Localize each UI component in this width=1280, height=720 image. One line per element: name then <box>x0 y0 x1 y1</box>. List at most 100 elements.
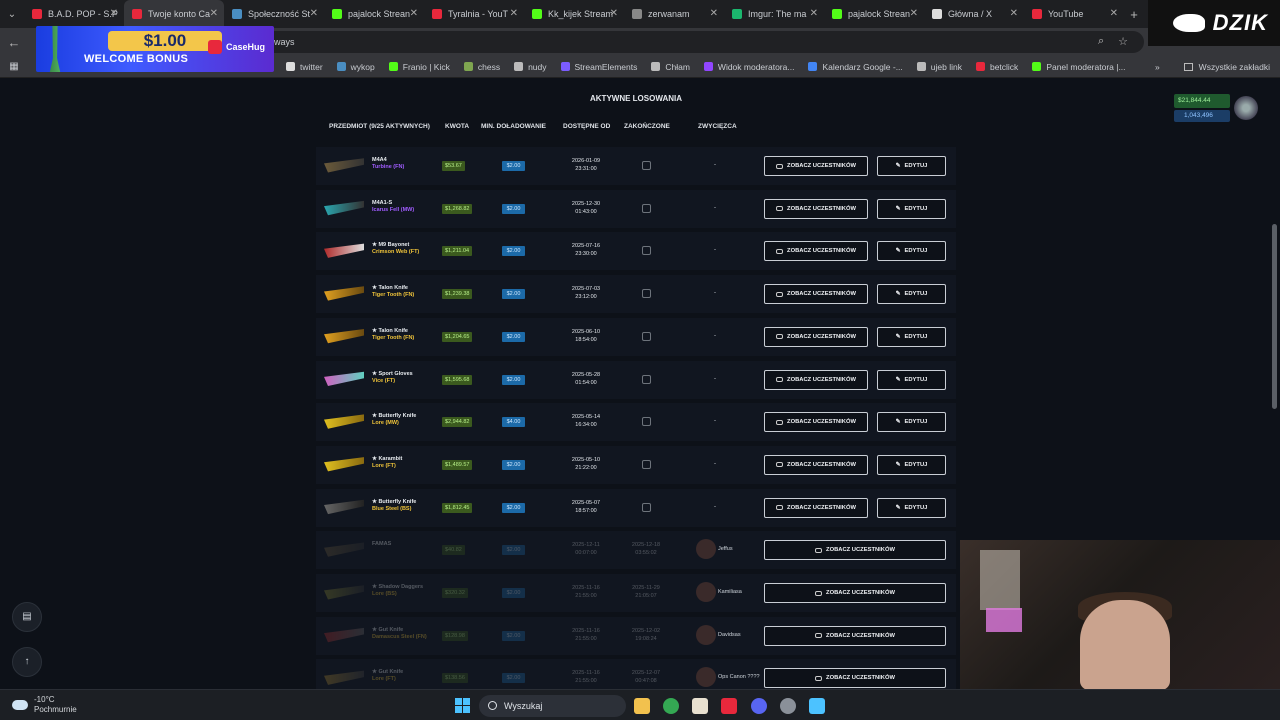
zoom-icon[interactable]: ⌕ <box>1098 35 1104 48</box>
app-icon-1[interactable] <box>692 698 708 714</box>
tab-search-chevron-icon[interactable]: ⌄ <box>0 9 24 20</box>
browser-tab[interactable]: Twoje konto Ca ✕ <box>124 0 224 28</box>
edit-button[interactable]: ✎ EDYTUJ <box>877 412 946 433</box>
user-avatar[interactable] <box>1234 96 1258 120</box>
finished-time: 03:55:02 <box>635 550 657 557</box>
item-name: ★ M9 Bayonet <box>372 242 410 249</box>
tab-close-icon[interactable]: ✕ <box>910 8 918 19</box>
bookmark-item[interactable]: twitter <box>286 62 323 72</box>
casehug-ad-banner[interactable]: $1.00 WELCOME BONUS CaseHug <box>36 26 274 72</box>
see-participants-button[interactable]: ZOBACZ UCZESTNIKÓW <box>764 625 946 646</box>
see-participants-button[interactable]: ZOBACZ UCZESTNIKÓW <box>764 668 946 689</box>
browser-tab[interactable]: pajalock Strean ✕ <box>324 0 424 28</box>
tab-close-icon[interactable]: ✕ <box>410 8 418 19</box>
bookmark-item[interactable]: Franio | Kick <box>388 62 450 72</box>
browser-tab[interactable]: B.A.D. POP - S.P ✕ <box>24 0 124 28</box>
browser-tab[interactable]: Tyralnia - YouT ✕ <box>424 0 524 28</box>
bookmark-item[interactable]: chess <box>463 62 500 72</box>
settings-gear-icon[interactable] <box>780 698 796 714</box>
see-participants-button[interactable]: ZOBACZ UCZESTNIKÓW <box>764 198 868 219</box>
see-participants-button[interactable]: ZOBACZ UCZESTNIKÓW <box>764 583 946 603</box>
bookmark-item[interactable]: wykop <box>336 62 375 72</box>
see-participants-button[interactable]: ZOBACZ UCZESTNIKÓW <box>764 326 868 347</box>
browser-tab[interactable]: zerwanam ✕ <box>624 0 724 28</box>
edit-button[interactable]: ✎ EDYTUJ <box>877 497 946 518</box>
chat-button[interactable]: ▤ <box>12 602 42 632</box>
edit-button[interactable]: ✎ EDYTUJ <box>877 284 946 305</box>
bookmark-item[interactable]: ujeb link <box>916 62 962 72</box>
finished-checkbox[interactable] <box>642 417 651 427</box>
bookmark-item[interactable]: Widok moderatora... <box>703 62 794 72</box>
finished-checkbox[interactable] <box>642 289 651 299</box>
taskbar-search[interactable]: Wyszukaj <box>479 695 626 717</box>
finished-checkbox[interactable] <box>642 459 651 469</box>
weather-widget[interactable]: -10°C Pochmurnie <box>12 695 77 715</box>
finished-checkbox[interactable] <box>642 161 651 170</box>
finished-at: 2025-12-18 03:55:02 <box>616 541 676 557</box>
notepad-icon[interactable] <box>809 698 825 714</box>
edit-button[interactable]: ✎ EDYTUJ <box>877 369 946 390</box>
new-tab-button[interactable]: + <box>1124 7 1144 22</box>
boar-icon <box>1172 14 1205 32</box>
edit-button[interactable]: ✎ EDYTUJ <box>877 326 946 347</box>
see-participants-button[interactable]: ZOBACZ UCZESTNIKÓW <box>764 497 868 518</box>
edit-button[interactable]: ✎ EDYTUJ <box>877 241 946 262</box>
apps-grid-icon[interactable]: ▦ <box>0 61 28 72</box>
discord-icon[interactable] <box>751 698 767 714</box>
app-icon-2[interactable] <box>721 698 737 714</box>
finished-checkbox[interactable] <box>642 203 651 213</box>
see-participants-button[interactable]: ZOBACZ UCZESTNIKÓW <box>764 284 868 305</box>
scroll-top-button[interactable]: ↑ <box>12 647 42 677</box>
finished-checkbox[interactable] <box>642 331 651 341</box>
finished-checkbox[interactable] <box>642 246 651 256</box>
item-name: M4A4 <box>372 157 387 163</box>
item-name: ★ Talon Knife <box>372 285 408 292</box>
tab-close-icon[interactable]: ✕ <box>1110 8 1118 19</box>
bookmark-item[interactable]: Chłam <box>651 62 690 72</box>
bookmark-star-icon[interactable]: ☆ <box>1118 35 1128 48</box>
bookmark-item[interactable]: StreamElements <box>560 62 637 72</box>
edit-button[interactable]: ✎ EDYTUJ <box>877 454 946 475</box>
finished-checkbox[interactable] <box>642 502 651 512</box>
edit-button[interactable]: ✎ EDYTUJ <box>877 198 946 219</box>
tab-close-icon[interactable]: ✕ <box>310 8 318 19</box>
file-explorer-icon[interactable] <box>634 698 650 714</box>
bookmark-item[interactable]: Panel moderatora |... <box>1032 62 1126 72</box>
browser-tab[interactable]: Społeczność St ✕ <box>224 0 324 28</box>
browser-tab[interactable]: YouTube ✕ <box>1024 0 1124 28</box>
tab-close-icon[interactable]: ✕ <box>710 8 718 19</box>
finished-checkbox[interactable] <box>642 374 651 384</box>
account-balance[interactable]: $21,844.44 1,043,496 <box>1174 94 1230 124</box>
bookmark-item[interactable]: Kalendarz Google -... <box>808 62 903 72</box>
tab-close-icon[interactable]: ✕ <box>210 8 218 19</box>
tab-close-icon[interactable]: ✕ <box>810 8 818 19</box>
tab-close-icon[interactable]: ✕ <box>1010 8 1018 19</box>
bookmark-item[interactable]: betclick <box>975 61 1019 72</box>
bookmark-label: betclick <box>989 61 1019 72</box>
see-participants-button[interactable]: ZOBACZ UCZESTNIKÓW <box>764 454 868 475</box>
tab-close-icon[interactable]: ✕ <box>110 8 118 19</box>
browser-tab[interactable]: Kk_kijek Stream ✕ <box>524 0 624 28</box>
browser-tab[interactable]: Główna / X ✕ <box>924 0 1024 28</box>
see-participants-button[interactable]: ZOBACZ UCZESTNIKÓW <box>764 412 868 433</box>
browser-tab[interactable]: Imgur: The ma ✕ <box>724 0 824 28</box>
bookmark-favicon-icon <box>703 62 713 71</box>
browser-tab[interactable]: pajalock Strean ✕ <box>824 0 924 28</box>
all-bookmarks-link[interactable]: Wszystkie zakładki <box>1199 62 1270 72</box>
tab-close-icon[interactable]: ✕ <box>510 8 518 19</box>
see-participants-button[interactable]: ZOBACZ UCZESTNIKÓW <box>764 540 946 561</box>
see-participants-button[interactable]: ZOBACZ UCZESTNIKÓW <box>764 156 868 176</box>
winner-name: Ops Canon ???? <box>718 674 760 681</box>
finished-time: 21:05:07 <box>635 593 657 599</box>
see-participants-button[interactable]: ZOBACZ UCZESTNIKÓW <box>764 369 868 390</box>
back-arrow-icon[interactable]: ← <box>0 35 28 50</box>
bookmarks-overflow-icon[interactable]: » <box>1155 62 1160 72</box>
windows-start-icon[interactable] <box>455 698 470 713</box>
min-deposit: $2.00 <box>502 161 525 171</box>
scrollbar-thumb[interactable] <box>1272 224 1277 409</box>
edit-button[interactable]: ✎ EDYTUJ <box>877 156 946 176</box>
chrome-icon[interactable] <box>663 698 679 714</box>
see-participants-button[interactable]: ZOBACZ UCZESTNIKÓW <box>764 241 868 262</box>
bookmark-item[interactable]: nudy <box>514 62 547 72</box>
tab-close-icon[interactable]: ✕ <box>610 8 618 19</box>
